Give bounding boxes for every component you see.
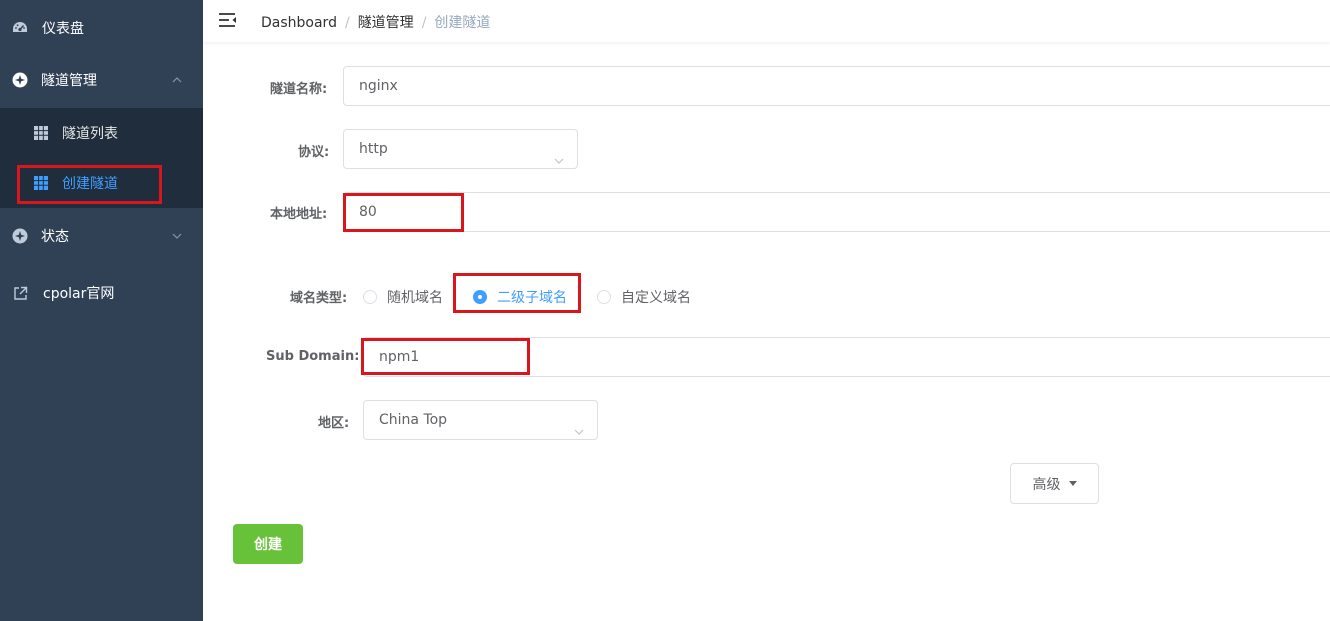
protocol-label: 协议: [298, 145, 330, 160]
sidebar-item-label: 创建隧道 [62, 176, 118, 192]
grid-icon [34, 176, 48, 190]
radio-subdomain[interactable]: 二级子域名 [473, 287, 567, 307]
radio-label: 随机域名 [387, 290, 443, 306]
sidebar-item-tunnel-list[interactable]: 隧道列表 [0, 108, 203, 158]
radio-circle [363, 290, 377, 304]
sidebar-item-label: 隧道管理 [41, 73, 97, 89]
sidebar-item-label: cpolar官网 [43, 286, 115, 302]
protocol-value: http [359, 141, 388, 157]
radio-circle [597, 290, 611, 304]
sidebar-item-status[interactable]: 状态 [0, 208, 203, 264]
sidebar-item-label: 状态 [41, 229, 69, 245]
protocol-select[interactable]: http [343, 129, 578, 169]
sidebar-item-cpolar-website[interactable]: cpolar官网 [0, 265, 203, 321]
breadcrumb-separator: / [344, 15, 350, 31]
local-address-input[interactable]: 80 [343, 192, 1330, 232]
breadcrumb-item-current: 创建隧道 [434, 15, 491, 31]
sub-domain-input[interactable]: npm1 [363, 337, 1330, 377]
local-address-label: 本地地址: [270, 207, 328, 222]
grid-icon [34, 126, 48, 140]
sidebar-item-label: 仪表盘 [42, 21, 84, 37]
region-label: 地区: [318, 416, 350, 431]
breadcrumb-separator: / [421, 15, 427, 31]
header: Dashboard / 隧道管理 / 创建隧道 [203, 0, 1330, 42]
chevron-down-icon [553, 144, 565, 164]
submenu: 隧道列表 创建隧道 [0, 108, 203, 208]
radio-label: 二级子域名 [497, 290, 567, 306]
breadcrumb: Dashboard / 隧道管理 / 创建隧道 [261, 12, 490, 32]
breadcrumb-item-tunnel-management[interactable]: 隧道管理 [358, 15, 414, 31]
chevron-down-icon [573, 415, 585, 435]
create-button[interactable]: 创建 [233, 524, 303, 564]
dashboard-icon [11, 19, 29, 37]
external-link-icon [11, 284, 29, 302]
sub-domain-label: Sub Domain: [266, 349, 360, 364]
sidebar-item-tunnel-management[interactable]: 隧道管理 [0, 52, 203, 108]
tunnel-name-label: 隧道名称: [270, 82, 328, 97]
radio-custom-domain[interactable]: 自定义域名 [597, 287, 691, 307]
radio-random-domain[interactable]: 随机域名 [363, 287, 443, 307]
radio-label: 自定义域名 [621, 290, 691, 306]
sidebar: 仪表盘 隧道管理 隧道列表 创建隧道 状态 cpolar官网 [0, 0, 203, 621]
caret-down-icon [1068, 481, 1077, 486]
hamburger-icon[interactable] [219, 12, 237, 28]
breadcrumb-item-dashboard[interactable]: Dashboard [261, 15, 337, 31]
domain-type-label: 域名类型: [290, 291, 348, 306]
sidebar-item-create-tunnel[interactable]: 创建隧道 [0, 158, 203, 208]
sidebar-item-label: 隧道列表 [62, 126, 118, 142]
advanced-label: 高级 [1032, 476, 1061, 493]
advanced-button[interactable]: 高级 [1010, 463, 1099, 504]
chevron-down-icon [171, 230, 183, 242]
tunnel-name-input[interactable]: nginx [343, 66, 1330, 106]
app-root: 仪表盘 隧道管理 隧道列表 创建隧道 状态 cpolar官网 Dashboard… [0, 0, 1330, 621]
chevron-up-icon [171, 74, 183, 86]
region-select[interactable]: China Top [363, 400, 598, 440]
region-value: China Top [379, 412, 448, 428]
status-icon [11, 227, 29, 245]
sidebar-item-dashboard[interactable]: 仪表盘 [0, 0, 203, 56]
tunnel-icon [11, 71, 29, 89]
radio-circle [473, 290, 487, 304]
